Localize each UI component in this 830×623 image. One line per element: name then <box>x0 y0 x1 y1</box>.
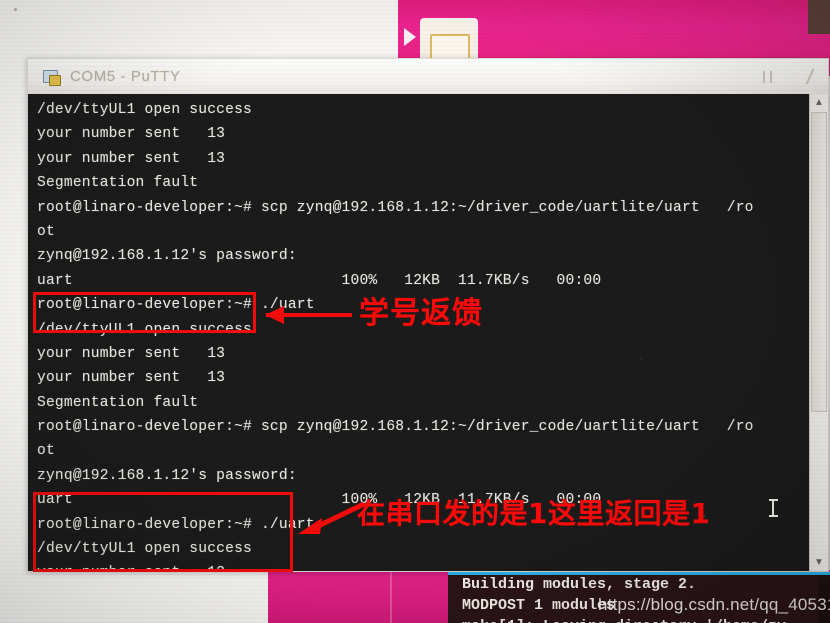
desktop-white-panel <box>0 572 268 623</box>
terminal-line: Segmentation fault <box>37 394 199 411</box>
terminal-line: your number sent 13 <box>37 345 226 362</box>
scrollbar-thumb[interactable] <box>811 112 827 412</box>
secondary-terminal-line: make[1]: Leaving directory '/home/zy <box>462 616 786 623</box>
terminal-line: ot <box>37 443 55 460</box>
annotation-box-serial-return <box>33 492 293 572</box>
annotation-label-serial-return: 在串口发的是1这里返回是1 <box>357 497 711 530</box>
secondary-terminal-line: Building modules, stage 2. <box>462 576 697 593</box>
chevron-down-icon[interactable]: ▼ <box>810 554 828 571</box>
terminal-line: ot <box>37 223 55 240</box>
terminal-line: root@linaro-developer:~# scp zynq@192.16… <box>37 199 754 216</box>
annotation-box-student-id <box>33 292 256 333</box>
photographed-monitor: COM5 - PuTTY /dev/ttyUL1 open success you… <box>0 0 830 623</box>
csdn-watermark: https://blog.csdn.net/qq_40531974 <box>598 595 830 614</box>
terminal-line: zynq@192.168.1.12's password: <box>37 467 297 484</box>
wallpaper-arrow-icon <box>404 28 416 46</box>
terminal-line: /dev/ttyUL1 open success <box>37 102 252 118</box>
terminal-line: your number sent 13 <box>37 150 226 167</box>
terminal-line: root@linaro-developer:~# scp zynq@192.16… <box>37 419 754 436</box>
terminal-line: Segmentation fault <box>37 175 199 192</box>
annotation-label-student-id: 学号返馈 <box>359 296 483 331</box>
terminal-line: your number sent 13 <box>37 126 226 143</box>
desktop-edge-shadow <box>808 0 830 34</box>
chevron-up-icon[interactable]: ▲ <box>810 94 828 111</box>
terminal-scrollbar[interactable]: ▲ ▼ <box>809 94 828 571</box>
window-title: COM5 - PuTTY <box>70 68 181 85</box>
putty-icon <box>42 68 61 86</box>
wallpaper-seam <box>390 570 392 623</box>
minimize-icon[interactable] <box>760 69 776 85</box>
i-beam-cursor <box>769 499 778 517</box>
window-controls[interactable] <box>760 59 818 95</box>
annotation-arrow-2 <box>298 501 366 534</box>
terminal-line: zynq@192.168.1.12's password: <box>37 248 297 265</box>
window-titlebar[interactable]: COM5 - PuTTY <box>27 58 829 94</box>
close-icon[interactable] <box>802 69 818 85</box>
terminal-line: your number sent 13 <box>37 370 226 387</box>
